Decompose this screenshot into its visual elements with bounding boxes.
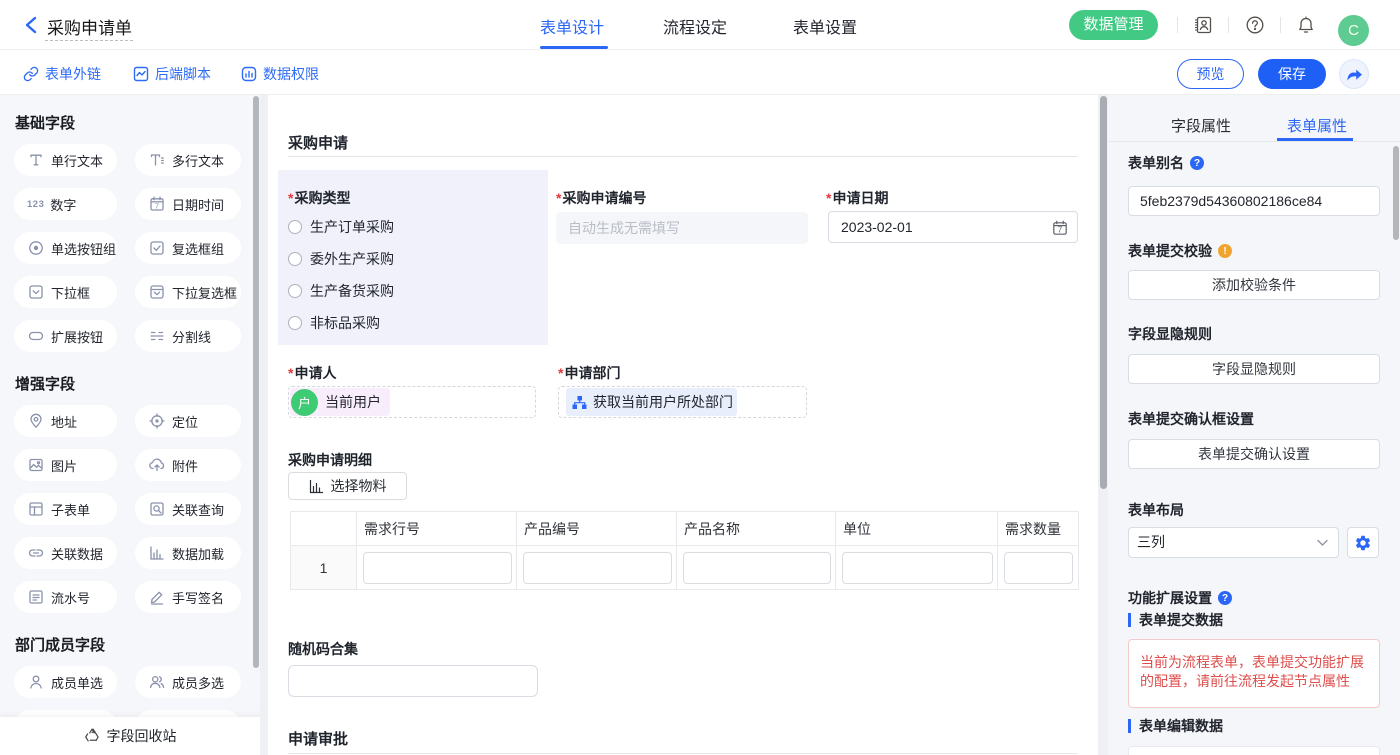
svg-text:7: 7: [1058, 226, 1063, 235]
svg-text:7: 7: [155, 202, 159, 211]
